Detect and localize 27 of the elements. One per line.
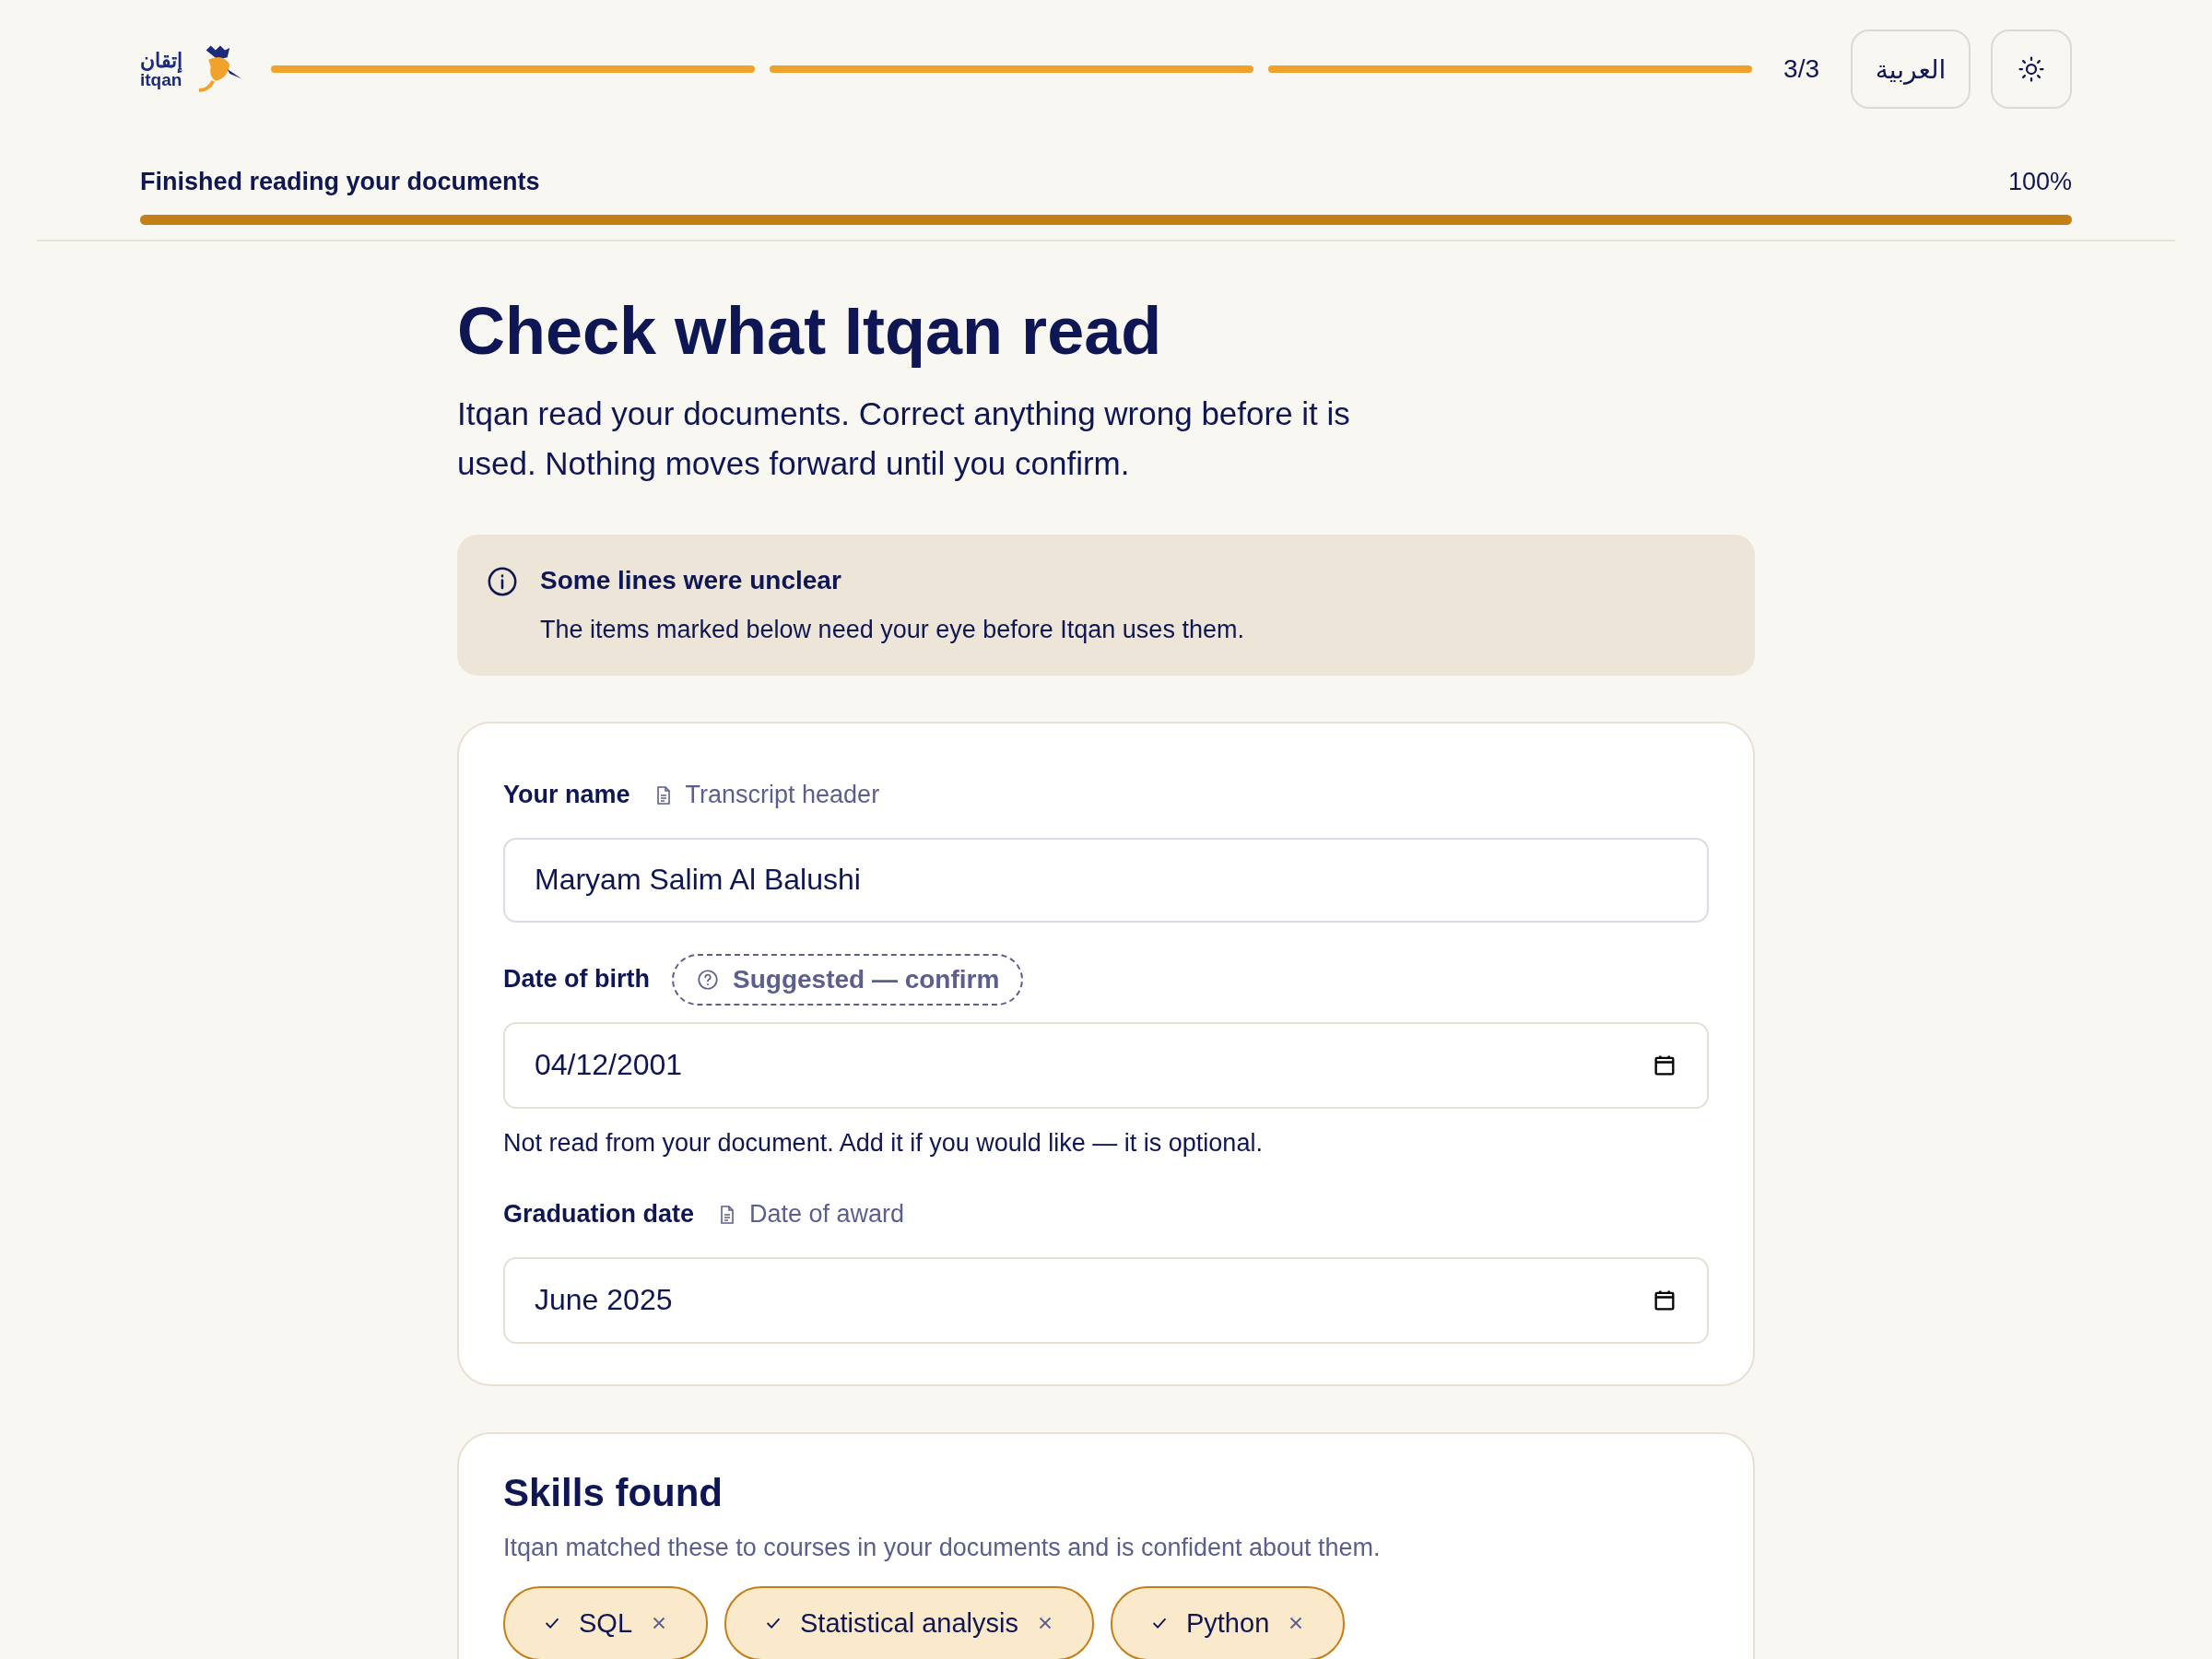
progress-label: Finished reading your documents <box>140 168 540 196</box>
alert-text: The items marked below need your eye before Itqan uses them. <box>540 615 1244 644</box>
input-field[interactable]: June 2025 <box>503 1256 1709 1344</box>
skill-chip[interactable]: Python <box>1110 1585 1346 1659</box>
sun-icon <box>2018 55 2045 83</box>
skill-chip[interactable]: Statistical analysis <box>724 1585 1094 1659</box>
source-label: Transcript header <box>685 781 880 810</box>
skill-chip[interactable]: SQL <box>503 1585 709 1659</box>
section-title: Skills found <box>503 1470 724 1515</box>
progress-percent: 100% <box>2007 168 2072 196</box>
field-hint: Not read from your document. Add it if you would like — it is optional. <box>503 1128 1264 1158</box>
alert-title: Some lines were unclear <box>540 565 842 595</box>
source-label: Date of award <box>749 1200 905 1230</box>
section-description: Itqan matched these to courses in your documents and is confident about them. <box>503 1533 1382 1562</box>
theme-toggle-button[interactable] <box>1991 29 2072 109</box>
badge-text: Suggested — confirm <box>733 964 1000 994</box>
page-title: Check what Itqan read <box>457 297 1163 367</box>
field-label: Graduation date <box>503 1200 695 1230</box>
input-field[interactable]: Maryam Salim Al Balushi <box>503 837 1709 923</box>
step-count: 3/3 <box>1783 54 1819 84</box>
intro-text: Itqan read your documents. Correct anything wrong before it is used. Nothing moves forward until you confirm. <box>457 394 1351 483</box>
info-icon <box>487 565 518 597</box>
field-label: Your name <box>503 781 630 810</box>
field-label: Date of birth <box>503 965 650 994</box>
language-button[interactable]: العربية <box>1851 29 1971 109</box>
input-field[interactable]: 04/12/2001 <box>503 1021 1709 1109</box>
question-icon <box>696 967 720 992</box>
